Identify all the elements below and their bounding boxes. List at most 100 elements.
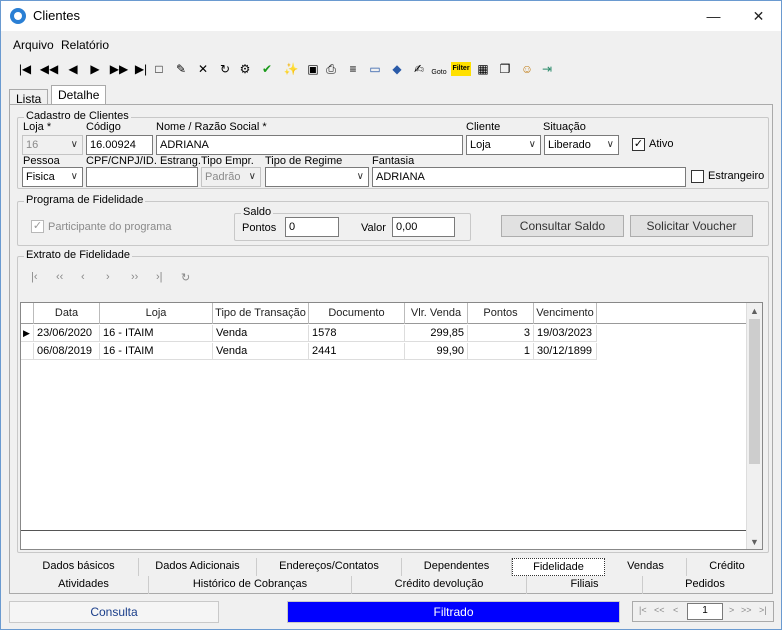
scroll-up-icon[interactable]: ▲: [750, 306, 759, 316]
pager-last-icon[interactable]: >|: [759, 605, 767, 615]
col-pontos[interactable]: Pontos: [468, 303, 534, 324]
goto-icon[interactable]: Goto: [429, 58, 449, 80]
nav-last-icon[interactable]: ›|: [156, 271, 163, 283]
cell-pontos[interactable]: 3: [468, 325, 534, 342]
tab-atividades[interactable]: Atividades: [19, 576, 149, 594]
wand-icon[interactable]: ✨: [281, 58, 301, 80]
menu-arquivo[interactable]: Arquivo: [13, 38, 54, 52]
tab-fidelidade[interactable]: Fidelidade: [512, 558, 605, 576]
properties-icon[interactable]: ⚙: [235, 58, 255, 80]
pessoa-select[interactable]: Fisica: [22, 167, 83, 187]
tipo-regime-select[interactable]: [265, 167, 369, 187]
cell-vencimento[interactable]: 30/12/1899: [534, 343, 597, 360]
participante-checkbox[interactable]: ✓: [31, 220, 44, 233]
cell-vlr-venda[interactable]: 99,90: [405, 343, 468, 360]
pager-next-page-icon[interactable]: >>: [741, 605, 752, 615]
codigo-field[interactable]: 16.00924: [86, 135, 153, 155]
cell-tipo[interactable]: Venda: [213, 343, 309, 360]
tab-credito[interactable]: Crédito: [687, 558, 767, 576]
cell-tipo[interactable]: Venda: [213, 325, 309, 342]
cell-vencimento[interactable]: 19/03/2023: [534, 325, 597, 342]
grid-scrollbar[interactable]: ▲ ▼: [746, 303, 762, 549]
col-vlr-venda[interactable]: Vlr. Venda: [405, 303, 468, 324]
cell-loja[interactable]: 16 - ITAIM: [100, 343, 213, 360]
next-record-icon[interactable]: ▶: [85, 58, 105, 80]
copy-icon[interactable]: ❐: [495, 58, 515, 80]
delete-icon[interactable]: ✕: [193, 58, 213, 80]
col-data[interactable]: Data: [34, 303, 100, 324]
cell-loja[interactable]: 16 - ITAIM: [100, 325, 213, 342]
tab-filiais[interactable]: Filiais: [527, 576, 643, 594]
print-icon[interactable]: ⎙: [321, 58, 341, 80]
card-icon[interactable]: ▭: [365, 58, 385, 80]
scroll-thumb[interactable]: [749, 319, 760, 464]
filter-icon[interactable]: Filter: [451, 62, 471, 76]
prev-page-icon[interactable]: ◀◀: [39, 58, 59, 80]
pen-icon[interactable]: ✍: [409, 58, 429, 80]
minimize-button[interactable]: —: [691, 1, 736, 31]
exit-icon[interactable]: ⇥: [537, 58, 557, 80]
tipo-empr-select[interactable]: Padrão: [201, 167, 261, 187]
loja-select[interactable]: 16: [22, 135, 83, 155]
pager-prev-page-icon[interactable]: <<: [654, 605, 665, 615]
menu-relatorio[interactable]: Relatório: [61, 38, 109, 52]
close-button[interactable]: ✕: [736, 1, 781, 31]
tab-dados-adicionais[interactable]: Dados Adicionais: [139, 558, 257, 576]
last-record-icon[interactable]: ▶|: [131, 58, 151, 80]
calendar-icon[interactable]: ▦: [473, 58, 493, 80]
situacao-select[interactable]: Liberado: [544, 135, 619, 155]
pager-first-icon[interactable]: |<: [639, 605, 647, 615]
cell-data[interactable]: 23/06/2020: [34, 325, 100, 342]
first-record-icon[interactable]: |◀: [15, 58, 35, 80]
nome-field[interactable]: ADRIANA: [156, 135, 463, 155]
consultar-saldo-button[interactable]: Consultar Saldo: [501, 215, 624, 237]
valor-label: Valor: [361, 222, 386, 234]
pager-prev-icon[interactable]: <: [673, 605, 678, 615]
user-icon[interactable]: ☺: [517, 58, 537, 80]
tag-icon[interactable]: ◆: [387, 58, 407, 80]
nav-refresh-icon[interactable]: ↻: [181, 271, 190, 284]
tab-dados-basicos[interactable]: Dados básicos: [19, 558, 139, 576]
preview-icon[interactable]: ▣: [303, 58, 323, 80]
solicitar-voucher-button[interactable]: Solicitar Voucher: [630, 215, 753, 237]
cell-documento[interactable]: 1578: [309, 325, 405, 342]
cliente-select[interactable]: Loja: [466, 135, 541, 155]
col-documento[interactable]: Documento: [309, 303, 405, 324]
cell-data[interactable]: 06/08/2019: [34, 343, 100, 360]
nav-next-icon[interactable]: ›: [106, 271, 110, 283]
nav-next-page-icon[interactable]: ››: [131, 271, 138, 283]
col-tipo-transacao[interactable]: Tipo de Transação: [213, 303, 309, 324]
pager-page-field[interactable]: 1: [687, 603, 723, 620]
nav-prev-icon[interactable]: ‹: [81, 271, 85, 283]
cell-vlr-venda[interactable]: 299,85: [405, 325, 468, 342]
tab-dependentes[interactable]: Dependentes: [402, 558, 512, 576]
ativo-checkbox[interactable]: ✓: [632, 138, 645, 151]
scroll-down-icon[interactable]: ▼: [750, 537, 759, 547]
tab-vendas[interactable]: Vendas: [605, 558, 687, 576]
next-page-icon[interactable]: ▶▶: [109, 58, 129, 80]
tab-credito-devolucao[interactable]: Crédito devolução: [352, 576, 527, 594]
refresh-icon[interactable]: ↻: [215, 58, 235, 80]
nav-first-icon[interactable]: |‹: [31, 271, 38, 283]
tab-historico-cobrancas[interactable]: Histórico de Cobranças: [149, 576, 352, 594]
tab-pedidos[interactable]: Pedidos: [643, 576, 767, 594]
valor-field[interactable]: 0,00: [392, 217, 455, 237]
nav-prev-page-icon[interactable]: ‹‹: [56, 271, 63, 283]
pager-next-icon[interactable]: >: [729, 605, 734, 615]
prev-record-icon[interactable]: ◀: [63, 58, 83, 80]
col-vencimento[interactable]: Vencimento: [534, 303, 597, 324]
edit-icon[interactable]: ✎: [171, 58, 191, 80]
fantasia-field[interactable]: ADRIANA: [372, 167, 686, 187]
report-icon[interactable]: ≡: [343, 58, 363, 80]
confirm-icon[interactable]: ✔: [257, 58, 277, 80]
tab-enderecos-contatos[interactable]: Endereços/Contatos: [257, 558, 402, 576]
cell-documento[interactable]: 2441: [309, 343, 405, 360]
col-loja[interactable]: Loja: [100, 303, 213, 324]
cell-pontos[interactable]: 1: [468, 343, 534, 360]
estrangeiro-checkbox[interactable]: [691, 170, 704, 183]
new-icon[interactable]: □: [149, 58, 169, 80]
ativo-label: Ativo: [649, 138, 674, 150]
situacao-label: Situação: [543, 121, 586, 133]
pontos-field[interactable]: 0: [285, 217, 339, 237]
cpf-field[interactable]: [86, 167, 198, 187]
